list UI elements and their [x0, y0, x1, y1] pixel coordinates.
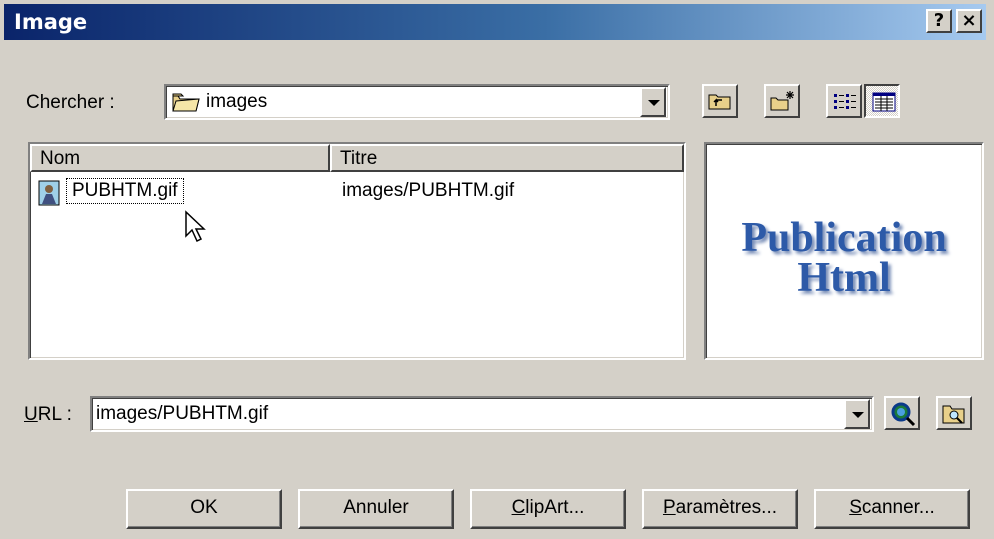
help-button[interactable]: ? [926, 9, 952, 33]
clipart-button[interactable]: ClipArt... [470, 489, 626, 529]
ok-button[interactable]: OK [126, 489, 282, 529]
browse-folder-icon [942, 402, 968, 432]
file-title: images/PUBHTM.gif [342, 180, 515, 201]
column-header-title[interactable]: Titre [330, 144, 684, 172]
url-combo[interactable]: images/PUBHTM.gif [90, 396, 874, 432]
browse-web-button[interactable] [884, 396, 920, 430]
lookin-dropdown-button[interactable] [640, 87, 666, 117]
preview-line1: Publication [741, 215, 947, 261]
image-preview: Publication Html [704, 142, 984, 360]
up-folder-button[interactable] [702, 84, 738, 118]
window-title: Image [14, 10, 88, 34]
new-folder-icon [770, 90, 796, 118]
new-folder-button[interactable] [764, 84, 800, 118]
cancel-button[interactable]: Annuler [298, 489, 454, 529]
chevron-down-icon [648, 100, 660, 106]
mouse-cursor-icon [184, 210, 208, 250]
up-folder-icon [708, 91, 732, 117]
scanner-button[interactable]: Scanner... [814, 489, 970, 529]
title-bar[interactable]: Image ? × [4, 4, 986, 40]
details-view-icon [872, 92, 896, 118]
preview-line2: Html [797, 255, 891, 301]
url-dropdown-button[interactable] [844, 399, 870, 429]
chevron-down-icon [852, 412, 864, 418]
gif-file-icon [38, 180, 60, 212]
url-input[interactable]: images/PUBHTM.gif [96, 403, 268, 425]
parameters-button[interactable]: Paramètres... [642, 489, 798, 529]
url-label: URL : [24, 404, 72, 425]
lookin-label: Chercher : [26, 92, 115, 113]
browse-web-icon [890, 401, 916, 433]
lookin-combo[interactable]: images [164, 84, 670, 120]
browse-folder-button[interactable] [936, 396, 972, 430]
file-name[interactable]: PUBHTM.gif [66, 178, 184, 204]
lookin-value: images [206, 91, 268, 112]
image-dialog: Image ? × Chercher : images Nom Titre PU… [0, 0, 994, 539]
file-list[interactable]: Nom Titre PUBHTM.gif images/PUBHTM.gif [28, 142, 686, 360]
list-view-icon [833, 92, 857, 118]
close-button[interactable]: × [956, 9, 982, 33]
file-row[interactable]: PUBHTM.gif images/PUBHTM.gif [38, 178, 678, 208]
details-view-button[interactable] [864, 84, 900, 118]
folder-icon [172, 91, 200, 119]
list-view-button[interactable] [826, 84, 862, 118]
column-header-name[interactable]: Nom [30, 144, 330, 172]
